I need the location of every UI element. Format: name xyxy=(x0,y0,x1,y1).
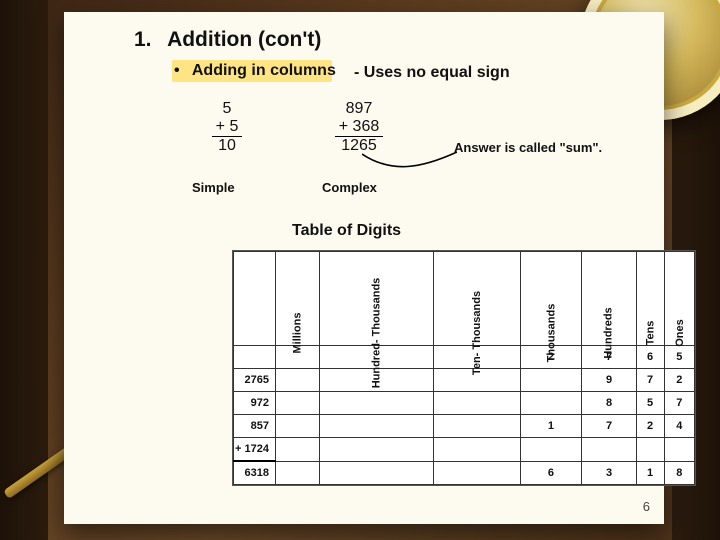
digit-cell: 3 xyxy=(582,461,636,485)
digit-cell xyxy=(636,438,664,462)
digits-header-row: Millions Hundred- Thousands Ten- Thousan… xyxy=(234,252,695,346)
digit-cell: 7 xyxy=(636,369,664,392)
row-label: 857 xyxy=(234,415,276,438)
table-row: 6318 6318 xyxy=(234,461,695,485)
digit-cell: 7 xyxy=(664,392,695,415)
heading-text: Addition (con't) xyxy=(167,28,321,51)
digits-header-blank xyxy=(234,252,276,346)
table-row: 857 1724 xyxy=(234,415,695,438)
digits-header: Tens xyxy=(636,252,664,346)
row-label xyxy=(234,346,276,369)
heading-number: 1. xyxy=(134,28,162,52)
bullet-aside: - Uses no equal sign xyxy=(354,64,510,82)
callout-text: Answer is called "sum". xyxy=(454,140,602,155)
bullet-text: Adding in columns xyxy=(192,62,336,79)
complex-label: Complex xyxy=(322,180,377,195)
bullet-symbol: • xyxy=(174,62,188,80)
digit-cell xyxy=(433,415,520,438)
slide-content: 1. Addition (con't) • Adding in columns … xyxy=(64,12,664,524)
complex-addition: 897 + 368 1265 xyxy=(324,100,394,155)
digit-cell: 6 xyxy=(520,461,582,485)
digit-cell: 9 xyxy=(582,369,636,392)
digits-header: Hundred- Thousands xyxy=(319,252,433,346)
digit-cell xyxy=(319,415,433,438)
row-label: 2765 xyxy=(234,369,276,392)
digit-cell xyxy=(319,461,433,485)
wood-edge-left xyxy=(0,0,48,540)
digit-cell xyxy=(664,438,695,462)
digits-table: Millions Hundred- Thousands Ten- Thousan… xyxy=(233,251,695,485)
row-label: + 1724 xyxy=(234,438,276,462)
digit-cell: 8 xyxy=(582,392,636,415)
digit-cell xyxy=(319,392,433,415)
digits-header: Ten- Thousands xyxy=(433,252,520,346)
digit-cell xyxy=(433,392,520,415)
digit-cell: 4 xyxy=(664,415,695,438)
simple-addend-b: + 5 xyxy=(212,118,243,137)
digit-cell xyxy=(319,438,433,462)
digit-cell: 6 xyxy=(636,346,664,369)
row-label: 6318 xyxy=(234,461,276,485)
table-row: 972 857 xyxy=(234,392,695,415)
digit-cell xyxy=(520,438,582,462)
digit-cell xyxy=(582,438,636,462)
digits-header: Hundreds xyxy=(582,252,636,346)
slide-stage: 1. Addition (con't) • Adding in columns … xyxy=(0,0,720,540)
digit-cell xyxy=(275,369,319,392)
digit-cell: 2 xyxy=(636,415,664,438)
digit-cell xyxy=(275,461,319,485)
digit-cell: 2 xyxy=(664,369,695,392)
heading: 1. Addition (con't) xyxy=(134,28,321,52)
digit-cell xyxy=(433,438,520,462)
simple-addend-a: 5 xyxy=(202,100,252,118)
table-of-digits: Millions Hundred- Thousands Ten- Thousan… xyxy=(232,250,696,486)
digit-cell: 7 xyxy=(582,415,636,438)
digit-cell: 5 xyxy=(636,392,664,415)
simple-addition: 5 + 5 10 xyxy=(202,100,252,155)
page-number: 6 xyxy=(643,499,650,514)
simple-label: Simple xyxy=(192,180,235,195)
table-row: 2765 972 xyxy=(234,369,695,392)
digit-cell xyxy=(275,438,319,462)
digit-cell: 1 xyxy=(520,415,582,438)
digit-cell xyxy=(433,461,520,485)
paper-surface: 1. Addition (con't) • Adding in columns … xyxy=(64,12,664,524)
complex-addend-a: 897 xyxy=(324,100,394,118)
digits-header: Thousands xyxy=(520,252,582,346)
digit-cell: 5 xyxy=(664,346,695,369)
digit-cell xyxy=(275,392,319,415)
table-row: + 1724 xyxy=(234,438,695,462)
digit-cell: 1 xyxy=(636,461,664,485)
row-label: 972 xyxy=(234,392,276,415)
bullet: • Adding in columns xyxy=(174,62,336,80)
digits-header: Ones xyxy=(664,252,695,346)
simple-sum: 10 xyxy=(202,137,252,155)
digits-header: Millions xyxy=(275,252,319,346)
table-of-digits-title: Table of Digits xyxy=(292,222,401,240)
digit-cell xyxy=(275,415,319,438)
digit-cell xyxy=(520,392,582,415)
complex-addend-b: + 368 xyxy=(335,118,383,137)
digit-cell xyxy=(520,369,582,392)
digit-cell: 8 xyxy=(664,461,695,485)
complex-sum: 1265 xyxy=(324,137,394,155)
